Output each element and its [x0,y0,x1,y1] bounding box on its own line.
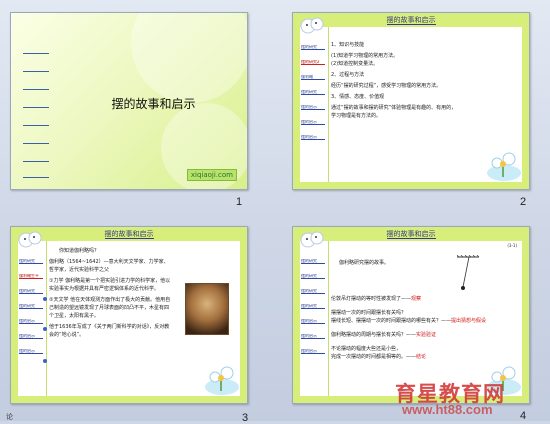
bullet-icon [43,359,47,363]
page-indicator: (3-1) [507,243,517,248]
menu-item[interactable]: 摆的研究 [301,304,325,309]
decor-icon [300,231,324,248]
slide-number-2: 2 [520,196,527,208]
bullet-icon [43,297,47,301]
bio-text: 伽利略（1564~1642）—意大利天文学家、力学家、哲学家，近代实验科学之父 [49,259,169,273]
menu-item[interactable]: 摆的研究 [301,274,325,279]
menu-line [23,177,49,178]
question-text: 伦敦吊灯摆动的等时性被发现了—— [331,296,412,302]
slide-body: 你知道伽利略吗？ 伽利略（1564~1642）—意大利天文学家、力学家、哲学家，… [49,247,173,342]
answer-text: 观察 [411,296,422,302]
slide-thumbnail-2[interactable]: 摆的故事和启示 摆的研究 摆的研究2 伽利略 摆的研究 摆的启示 摆的启示 摆的… [292,12,530,190]
astronomy-text: ②天文学 他在天体观测方面作出了极大的贡献。他用自己制造的望远镜发现了月球表面的… [49,297,171,319]
slide-thumbnail-3[interactable]: 摆的故事和启示 摆的研究 伽利略生平 摆的研究 摆的研究 摆的启示 摆的启示 摆… [10,226,248,404]
bullet-icon [43,327,47,331]
side-menu: 摆的研究 摆的研究 摆的研究 摆的研究 摆的启示 摆的启示 摆的启示 [301,259,325,364]
question-text: 摆摆动一次的时间跟摆长有关吗？ [331,310,407,316]
slide-number-4: 4 [520,410,527,422]
decor-icon [18,231,42,248]
question-text: 伽利略摆动的周期与摆长有关吗？—— [331,332,417,338]
flower-icon [487,152,521,181]
slide-thumbnail-1[interactable]: 摆的故事和启示 xiqiaoji.com [10,12,248,190]
mechanics-text: ①力学 伽利略是第一个把实验引进力学的科学家，他以实验事实为根据并具有严密逻辑体… [49,278,171,292]
text-line: (1)知道学习物理的常用方法。 [331,53,399,59]
question-text: 摆线长短、摆摆动一次的时间跟摆动的哪些有关？—— [331,318,452,324]
text-line: (2)知道控制变量法。 [331,61,379,67]
decor-icon [300,17,324,34]
dialogue-text: 他于1636年写成了《关于两门新科学的对话》，反对教会的“地心说”。 [49,324,170,338]
menu-line [23,143,49,144]
menu-item[interactable]: 摆的研究 [19,259,43,264]
side-menu: 摆的研究 摆的研究2 伽利略 摆的研究 摆的启示 摆的启示 摆的启示 [301,45,325,150]
menu-line [23,107,49,108]
slide-sorter-pane: 摆的故事和启示 xiqiaoji.com 1 摆的故事和启示 摆的研究 摆的研究… [0,0,550,424]
flower-icon [205,366,239,395]
menu-item[interactable]: 摆的启示 [19,349,43,354]
question-text: 不论摆动的幅度大些还是小些， [331,346,402,352]
menu-item[interactable]: 摆的启示 [19,319,43,324]
slide-header-title: 摆的故事和启示 [104,230,154,239]
text-line: 1、知识与技能 [331,42,365,48]
slide-header-title: 摆的故事和启示 [386,230,436,239]
menu-line [23,125,49,126]
text-line: 学习物理是有方法的。 [331,113,382,119]
menu-item[interactable]: 摆的研究 [301,90,325,95]
answer-text: 结论 [416,354,427,360]
menu-item[interactable]: 伽利略生平 [19,274,43,279]
menu-line [23,71,49,72]
menu-line [23,89,49,90]
menu-item[interactable]: 摆的启示 [301,334,325,339]
menu-item[interactable]: 摆的研究 [19,289,43,294]
text-line: 2、过程与方法 [331,72,365,78]
menu-item[interactable]: 摆的启示 [19,334,43,339]
menu-item[interactable]: 摆的研究 [301,289,325,294]
slide-number-1: 1 [236,196,243,208]
slide-header-title: 摆的故事和启示 [386,16,436,25]
text-line: 通过“摆的故事和摆的研究”体验物理是有趣的、有用的， [331,105,457,111]
menu-line [23,53,49,54]
slide-number-3: 3 [242,412,249,424]
watermark-url: www.ht88.com [402,402,493,417]
menu-item[interactable]: 摆的启示 [301,120,325,125]
qa-block: 伦敦吊灯摆动的等时性被发现了——观察 摆摆动一次的时间跟摆长有关吗？ 摆线长短、… [331,295,517,364]
divider [328,241,329,396]
menu-item[interactable]: 摆的研究 [19,304,43,309]
slide-body: 伽利略研究摆的故事。 [331,259,517,270]
menu-line [23,161,49,162]
menu-item[interactable]: 摆的研究 [301,45,325,50]
intro-text: 伽利略研究摆的故事。 [339,260,390,266]
divider [46,241,47,396]
menu-item[interactable]: 摆的启示 [301,349,325,354]
menu-item[interactable]: 摆的研究 [301,259,325,264]
menu-item[interactable]: 伽利略 [301,75,325,80]
menu-item[interactable]: 摆的研究2 [301,60,325,65]
galileo-portrait [185,283,229,335]
slide-body: 1、知识与技能 (1)知道学习物理的常用方法。 (2)知道控制变量法。 2、过程… [331,41,517,123]
text-line: 经历“摆的研究过程”，感受学习物理的常用方法。 [331,83,442,89]
site-logo: xiqiaoji.com [186,169,237,181]
intro-text: 你知道伽利略吗？ [59,248,100,254]
answer-text: 提出猜想与假设 [451,318,487,324]
menu-item[interactable]: 摆的启示 [301,319,325,324]
divider [328,27,329,182]
menu-item[interactable]: 摆的启示 [301,105,325,110]
bubble-decor [131,13,247,103]
slide-title: 摆的故事和启示 [111,97,196,111]
question-text: 完成一次摆动的时间都是相等的。—— [331,354,417,360]
text-line: 3、情感、态度、价值观 [331,94,385,100]
side-menu: 摆的研究 伽利略生平 摆的研究 摆的研究 摆的启示 摆的启示 摆的启示 [19,259,43,364]
answer-text: 实验验证 [416,332,437,338]
menu-item[interactable]: 摆的启示 [301,135,325,140]
